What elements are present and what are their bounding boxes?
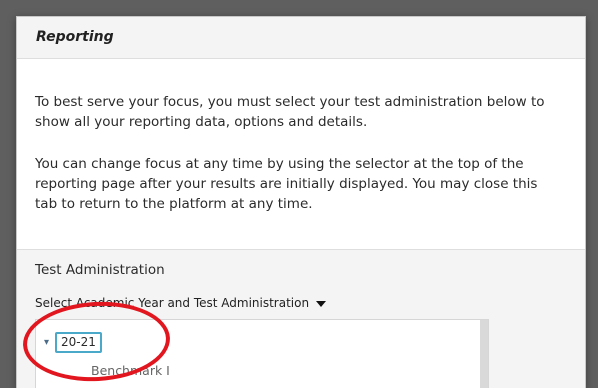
test-administration-label: Test Administration <box>35 262 165 278</box>
dropdown-scrollbar[interactable] <box>480 320 488 388</box>
panel-title: Reporting <box>36 29 114 45</box>
academic-year-option[interactable]: 20-21 <box>55 332 102 353</box>
screen: Reporting To best serve your focus, you … <box>0 0 598 388</box>
academic-year-test-administration-dropdown[interactable]: Select Academic Year and Test Administra… <box>35 294 327 312</box>
reporting-panel: Reporting To best serve your focus, you … <box>16 16 586 388</box>
caret-down-icon <box>316 301 327 307</box>
academic-year-row[interactable]: ▾ 20-21 <box>44 332 102 353</box>
focus-change-help-text: You can change focus at any time by usin… <box>35 156 538 212</box>
panel-header: Reporting <box>17 17 585 59</box>
expand-collapse-icon[interactable]: ▾ <box>44 337 49 348</box>
focus-instruction-text: To best serve your focus, you must selec… <box>35 94 545 130</box>
test-administration-option[interactable]: Benchmark I <box>91 363 170 378</box>
test-administration-tree-list[interactable]: ▾ 20-21 Benchmark I <box>35 319 489 388</box>
dropdown-label: Select Academic Year and Test Administra… <box>35 296 310 310</box>
